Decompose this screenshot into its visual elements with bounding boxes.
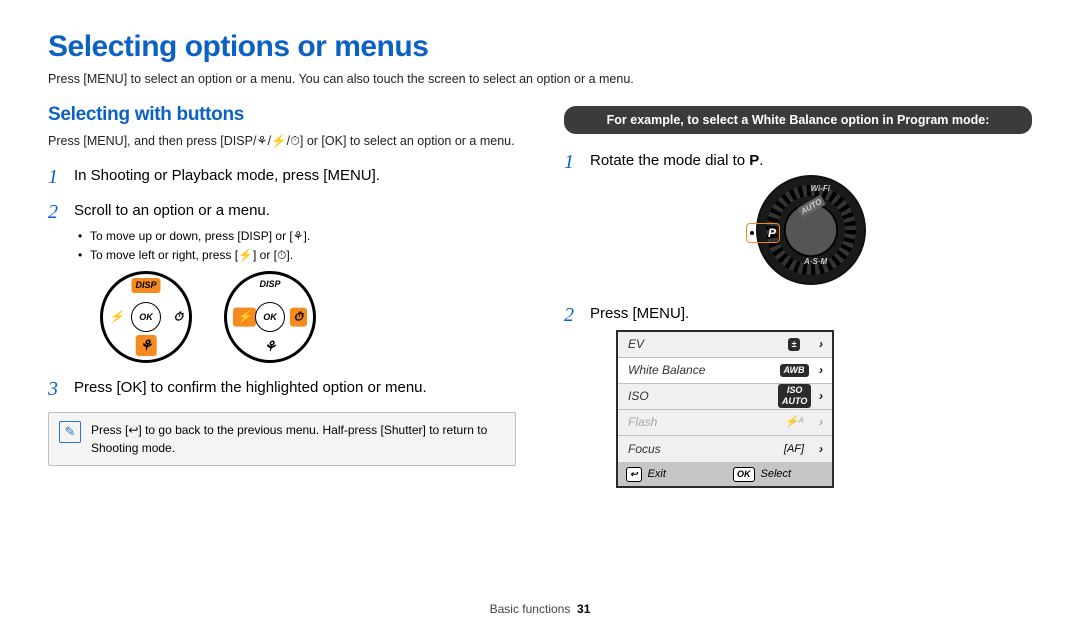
left-heading: Selecting with buttons bbox=[48, 104, 516, 126]
ok-key-icon: OK bbox=[733, 467, 755, 482]
exit-label: Exit bbox=[648, 467, 666, 482]
left-step-1-text: In Shooting or Playback mode, press [MEN… bbox=[74, 167, 380, 184]
timer-icon: ⏱ bbox=[174, 309, 183, 326]
menu-footer-select[interactable]: OK Select bbox=[725, 467, 832, 482]
disp-label: DISP bbox=[259, 278, 280, 291]
dial-row: DISP ⚡ ⏱ OK ⚘ DISP ⚡ ⏱ OK ⚘ bbox=[100, 271, 516, 363]
timer-icon-hl: ⏱ bbox=[290, 308, 307, 327]
note-text: Press [↩] to go back to the previous men… bbox=[91, 421, 505, 457]
mode-wifi-label: Wi-Fi bbox=[811, 183, 830, 194]
menu-row-value-icon: ISO AUTO bbox=[778, 384, 810, 409]
chevron-right-icon: › bbox=[810, 441, 832, 458]
intro-text: Press [MENU] to select an option or a me… bbox=[48, 72, 1032, 86]
left-step-2-sub-1: To move up or down, press [DISP] or [⚘]. bbox=[78, 227, 516, 246]
mode-dial-wrap: Wi-Fi AUTO A·S·M P bbox=[590, 175, 1032, 285]
page-footer: Basic functions 31 bbox=[0, 602, 1080, 616]
menu-row-iso[interactable]: ISOISO AUTO› bbox=[618, 384, 832, 410]
left-step-3: Press [OK] to confirm the highlighted op… bbox=[48, 377, 516, 398]
menu-row-white-balance[interactable]: White BalanceAWB› bbox=[618, 358, 832, 384]
ok-button-icon-2: OK bbox=[255, 302, 285, 332]
chevron-right-icon: › bbox=[810, 388, 832, 405]
macro-icon-hl: ⚘ bbox=[136, 335, 157, 357]
menu-row-label: EV bbox=[618, 336, 778, 353]
ok-button-icon: OK bbox=[131, 302, 161, 332]
menu-row-label: Flash bbox=[618, 414, 778, 431]
mode-p-letter: P bbox=[768, 225, 776, 242]
left-steps: In Shooting or Playback mode, press [MEN… bbox=[48, 165, 516, 398]
mode-dial: Wi-Fi AUTO A·S·M P bbox=[756, 175, 866, 285]
right-column: For example, to select a White Balance o… bbox=[564, 104, 1032, 502]
mode-p-label: P bbox=[749, 152, 759, 169]
back-key-icon: ↩ bbox=[626, 467, 642, 482]
dial-vertical: DISP ⚡ ⏱ OK ⚘ bbox=[100, 271, 192, 363]
right-step-2: Press [MENU]. EV±›White BalanceAWB›ISOIS… bbox=[564, 303, 1032, 488]
menu-row-value-icon: ± bbox=[778, 337, 810, 352]
chevron-right-icon: › bbox=[810, 414, 832, 431]
menu-row-value-icon: [AF] bbox=[778, 442, 810, 457]
dial-horizontal: DISP ⚡ ⏱ OK ⚘ bbox=[224, 271, 316, 363]
macro-icon: ⚘ bbox=[264, 337, 277, 357]
right-step-2-text: Press [MENU]. bbox=[590, 305, 689, 322]
left-step-1: In Shooting or Playback mode, press [MEN… bbox=[48, 165, 516, 186]
footer-page-number: 31 bbox=[577, 602, 590, 616]
mode-asm-label: A·S·M bbox=[804, 256, 827, 267]
menu-footer: ↩ Exit OK Select bbox=[618, 462, 832, 486]
footer-section: Basic functions bbox=[490, 602, 571, 616]
menu-row-label: ISO bbox=[618, 388, 778, 405]
menu-row-flash: Flash⚡ᴬ› bbox=[618, 410, 832, 436]
left-column: Selecting with buttons Press [MENU], and… bbox=[48, 104, 516, 502]
flash-icon-hl: ⚡ bbox=[233, 308, 256, 327]
mode-p-indicator: P bbox=[746, 223, 780, 243]
menu-row-focus[interactable]: Focus[AF]› bbox=[618, 436, 832, 462]
menu-row-value-icon: ⚡ᴬ bbox=[778, 415, 810, 430]
left-step-2: Scroll to an option or a menu. To move u… bbox=[48, 200, 516, 363]
menu-row-label: White Balance bbox=[618, 362, 778, 379]
left-step-2-sub-2: To move left or right, press [⚡] or [⏱]. bbox=[78, 246, 516, 265]
menu-row-ev[interactable]: EV±› bbox=[618, 332, 832, 358]
right-steps: Rotate the mode dial to P. Wi-Fi AUTO A·… bbox=[564, 150, 1032, 488]
menu-row-label: Focus bbox=[618, 441, 778, 458]
menu-panel: EV±›White BalanceAWB›ISOISO AUTO›Flash⚡ᴬ… bbox=[616, 330, 834, 488]
menu-row-value-icon: AWB bbox=[778, 363, 810, 378]
left-instruction: Press [MENU], and then press [DISP/⚘/⚡/⏱… bbox=[48, 132, 516, 151]
flash-icon: ⚡ bbox=[109, 309, 124, 326]
left-step-2-sub: To move up or down, press [DISP] or [⚘].… bbox=[78, 227, 516, 265]
right-step-1: Rotate the mode dial to P. Wi-Fi AUTO A·… bbox=[564, 150, 1032, 285]
left-step-3-text: Press [OK] to confirm the highlighted op… bbox=[74, 379, 427, 396]
menu-footer-exit[interactable]: ↩ Exit bbox=[618, 467, 725, 482]
note-box: ✎ Press [↩] to go back to the previous m… bbox=[48, 412, 516, 466]
left-step-2-text: Scroll to an option or a menu. bbox=[74, 202, 270, 219]
example-banner: For example, to select a White Balance o… bbox=[564, 106, 1032, 134]
right-step-1-text: Rotate the mode dial to P. bbox=[590, 152, 763, 169]
page-title: Selecting options or menus bbox=[48, 30, 1032, 64]
right-step-1-a: Rotate the mode dial to bbox=[590, 152, 749, 169]
columns: Selecting with buttons Press [MENU], and… bbox=[48, 104, 1032, 502]
chevron-right-icon: › bbox=[810, 336, 832, 353]
chevron-right-icon: › bbox=[810, 362, 832, 379]
indicator-dot-icon bbox=[750, 231, 754, 235]
disp-label-hl: DISP bbox=[131, 278, 160, 293]
select-label: Select bbox=[761, 467, 792, 482]
right-step-1-c: . bbox=[759, 152, 763, 169]
note-icon: ✎ bbox=[59, 421, 81, 443]
